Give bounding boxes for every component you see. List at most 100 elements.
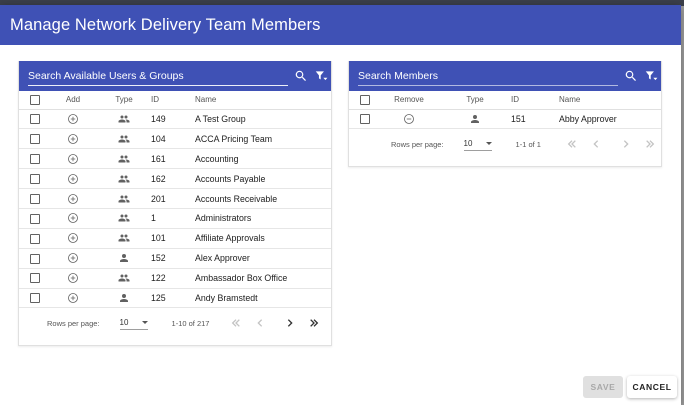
row-name: Affiliate Approvals: [195, 228, 331, 249]
col-id[interactable]: ID: [511, 91, 559, 110]
col-name[interactable]: Name: [195, 91, 331, 110]
row-checkbox[interactable]: [30, 154, 40, 165]
add-circle-icon[interactable]: [67, 133, 79, 145]
row-checkbox[interactable]: [360, 114, 370, 125]
row-action-cell: [49, 288, 97, 309]
table-row[interactable]: 122 Ambassador Box Office: [19, 268, 331, 289]
row-checkbox[interactable]: [30, 193, 40, 204]
last-page-icon[interactable]: [643, 137, 657, 151]
members-table: Remove Type ID Name 151 Abby Approver: [349, 91, 661, 130]
next-page-icon[interactable]: [283, 316, 297, 330]
filter-icon[interactable]: [314, 68, 328, 84]
col-type[interactable]: Type: [97, 91, 151, 110]
members-panel: Remove Type ID Name 151Abby Approver Row…: [348, 61, 662, 167]
row-action-cell: [49, 109, 97, 130]
add-circle-icon[interactable]: [67, 173, 79, 185]
row-action-cell: [49, 188, 97, 209]
table-row[interactable]: 161 Accounting: [19, 148, 331, 170]
available-users-panel: Add Type ID Name 149A Test Group104ACCA …: [18, 61, 332, 346]
row-checkbox[interactable]: [30, 253, 40, 264]
rows-per-page-select[interactable]: 10: [463, 138, 492, 151]
row-id: 151: [511, 109, 559, 130]
row-action-cell: [49, 268, 97, 289]
row-checkbox[interactable]: [30, 173, 40, 184]
cancel-button[interactable]: CANCEL: [627, 376, 677, 398]
first-page-icon[interactable]: [565, 137, 579, 151]
available-toolbar: [19, 61, 331, 91]
row-id: 161: [151, 148, 195, 170]
filter-icon[interactable]: [644, 68, 658, 84]
add-circle-icon[interactable]: [67, 212, 79, 224]
row-id: 122: [151, 268, 195, 289]
row-type-cell: [97, 168, 151, 190]
row-type-cell: [97, 268, 151, 289]
row-action-cell: [49, 248, 97, 269]
search-icon[interactable]: [294, 68, 308, 84]
row-check-cell: [19, 208, 49, 229]
table-row[interactable]: 151 Abby Approver: [349, 109, 661, 130]
row-check-cell: [19, 188, 49, 209]
last-page-icon[interactable]: [307, 316, 321, 330]
table-row[interactable]: 1 Administrators: [19, 208, 331, 229]
add-circle-icon[interactable]: [67, 153, 79, 165]
row-action-cell: [49, 148, 97, 170]
row-action-cell: [49, 228, 97, 249]
dialog-title: Manage Network Delivery Team Members: [0, 5, 681, 45]
row-type-cell: [97, 128, 151, 150]
table-row[interactable]: 104 ACCA Pricing Team: [19, 128, 331, 150]
table-row[interactable]: 162 Accounts Payable: [19, 168, 331, 190]
person-icon: [118, 292, 130, 304]
select-all-checkbox[interactable]: [30, 94, 40, 105]
row-checkbox[interactable]: [30, 233, 40, 244]
row-checkbox[interactable]: [30, 114, 40, 125]
add-circle-icon[interactable]: [67, 232, 79, 244]
row-id: 149: [151, 109, 195, 130]
add-circle-icon[interactable]: [67, 252, 79, 264]
add-circle-icon[interactable]: [67, 292, 79, 304]
rows-per-page-select[interactable]: 10: [119, 317, 148, 330]
available-search-input[interactable]: [28, 66, 288, 86]
row-action-cell: [49, 208, 97, 229]
row-id: 1: [151, 208, 195, 229]
col-name[interactable]: Name: [559, 91, 661, 110]
table-row[interactable]: 125 Andy Bramstedt: [19, 288, 331, 309]
row-type-cell: [97, 208, 151, 229]
next-page-icon[interactable]: [619, 137, 633, 151]
members-header-row: Remove Type ID Name: [349, 91, 661, 110]
row-checkbox[interactable]: [30, 134, 40, 145]
row-checkbox[interactable]: [30, 273, 40, 284]
row-type-cell: [97, 148, 151, 170]
row-action-cell: [49, 168, 97, 190]
person-icon: [118, 252, 130, 264]
members-search-input[interactable]: [358, 66, 618, 86]
available-pager: Rows per page: 10 1-10 of 217: [19, 308, 331, 338]
first-page-icon[interactable]: [229, 316, 243, 330]
row-name: Accounts Receivable: [195, 188, 331, 209]
row-id: 104: [151, 128, 195, 150]
rows-per-page-value: 10: [119, 318, 129, 328]
add-circle-icon[interactable]: [67, 193, 79, 205]
group-icon: [118, 133, 130, 145]
col-type[interactable]: Type: [439, 91, 511, 110]
row-id: 162: [151, 168, 195, 190]
row-checkbox[interactable]: [30, 213, 40, 224]
col-id[interactable]: ID: [151, 91, 195, 110]
row-name: Alex Approver: [195, 248, 331, 269]
add-circle-icon[interactable]: [67, 113, 79, 125]
save-button[interactable]: SAVE: [583, 376, 623, 398]
col-remove[interactable]: Remove: [379, 91, 439, 110]
prev-page-icon[interactable]: [253, 316, 267, 330]
table-row[interactable]: 201 Accounts Receivable: [19, 188, 331, 209]
table-row[interactable]: 101 Affiliate Approvals: [19, 228, 331, 249]
prev-page-icon[interactable]: [589, 137, 603, 151]
search-icon[interactable]: [624, 68, 638, 84]
row-checkbox[interactable]: [30, 293, 40, 304]
row-check-cell: [19, 288, 49, 309]
group-icon: [118, 173, 130, 185]
select-all-checkbox[interactable]: [360, 94, 370, 105]
remove-circle-icon[interactable]: [403, 113, 415, 125]
table-row[interactable]: 152 Alex Approver: [19, 248, 331, 269]
table-row[interactable]: 149 A Test Group: [19, 109, 331, 130]
add-circle-icon[interactable]: [67, 272, 79, 284]
col-add[interactable]: Add: [49, 91, 97, 110]
